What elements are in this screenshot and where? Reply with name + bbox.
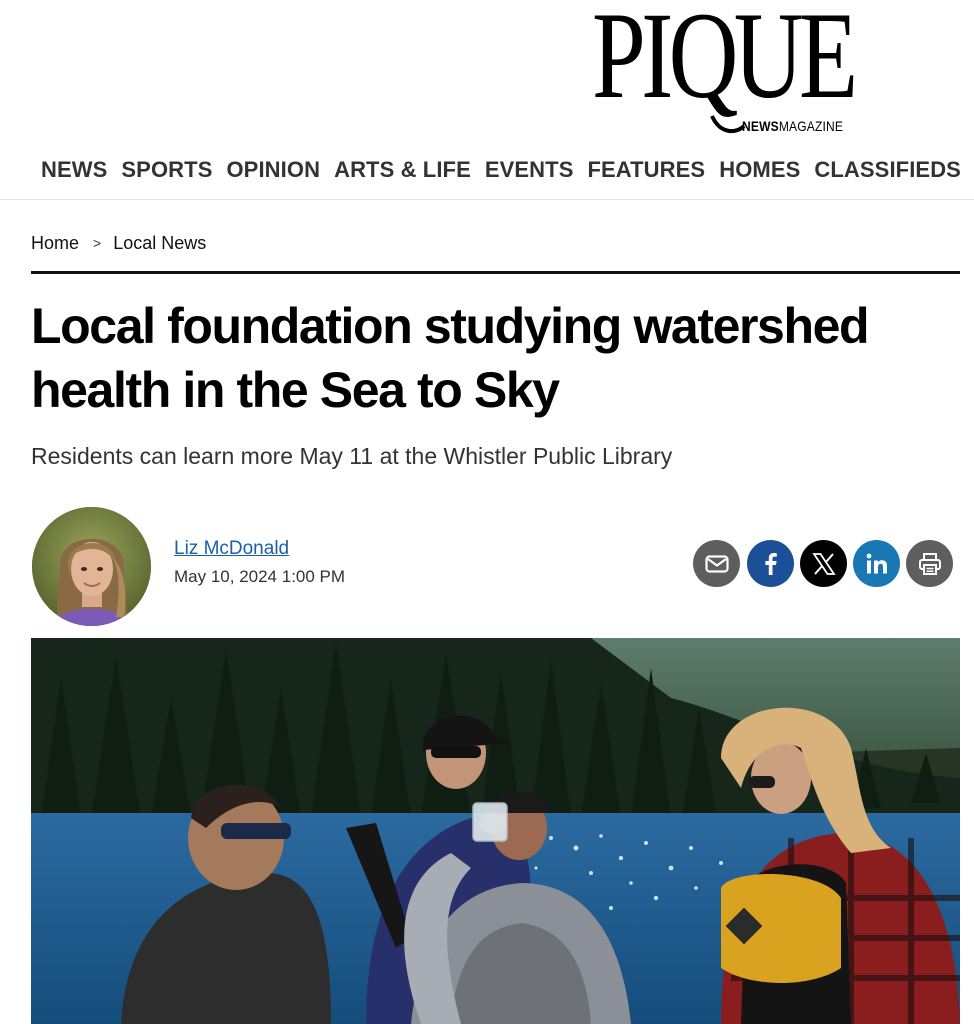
headline-divider	[31, 271, 960, 274]
publish-date: May 10, 2024 1:00 PM	[174, 567, 346, 586]
printer-icon	[918, 552, 941, 575]
share-x-button[interactable]	[800, 540, 847, 587]
facebook-icon	[764, 552, 777, 575]
article-headline: Local foundation studying watershed heal…	[31, 298, 870, 418]
nav-news[interactable]: NEWS	[41, 157, 107, 183]
site-header: PIQUE NEWSMAGAZINE NEWS SPORTS OPINION A…	[0, 0, 974, 200]
envelope-icon	[704, 554, 729, 573]
share-email-button[interactable]	[693, 540, 740, 587]
author-avatar[interactable]	[32, 507, 151, 626]
print-button[interactable]	[906, 540, 953, 587]
chevron-right-icon: >	[93, 234, 102, 251]
share-facebook-button[interactable]	[747, 540, 794, 587]
share-linkedin-button[interactable]	[853, 540, 900, 587]
author-portrait	[32, 507, 151, 626]
article-lead-photo[interactable]	[31, 638, 960, 1024]
breadcrumb-local-news[interactable]: Local News	[113, 233, 206, 254]
breadcrumb: Home > Local News	[31, 233, 206, 254]
nav-events[interactable]: EVENTS	[485, 157, 574, 183]
nav-classifieds[interactable]: CLASSIFIEDS	[814, 157, 961, 183]
article-subhead: Residents can learn more May 11 at the W…	[31, 443, 673, 469]
site-logo[interactable]: PIQUE NEWSMAGAZINE	[590, 0, 860, 140]
nav-sports[interactable]: SPORTS	[121, 157, 212, 183]
nav-features[interactable]: FEATURES	[587, 157, 705, 183]
author-link[interactable]: Liz McDonald	[174, 538, 289, 560]
main-nav: NEWS SPORTS OPINION ARTS & LIFE EVENTS F…	[41, 157, 961, 183]
nav-opinion[interactable]: OPINION	[226, 157, 320, 183]
nav-arts-life[interactable]: ARTS & LIFE	[334, 157, 471, 183]
logo-wordmark: PIQUE	[592, 0, 858, 124]
breadcrumb-home[interactable]: Home	[31, 233, 79, 254]
nav-homes[interactable]: HOMES	[719, 157, 800, 183]
logo-tagline: NEWSMAGAZINE	[742, 118, 844, 134]
lake-photo-illustration	[31, 638, 960, 1024]
x-icon	[811, 552, 836, 575]
linkedin-icon	[866, 553, 887, 573]
